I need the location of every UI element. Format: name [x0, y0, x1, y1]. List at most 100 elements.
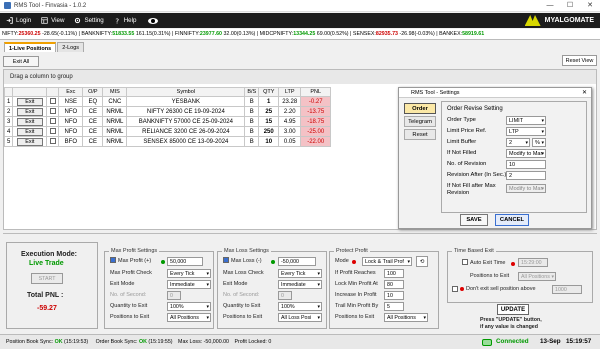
group-drag-area[interactable]: Drag a column to group	[4, 70, 596, 84]
column-header[interactable]	[12, 87, 48, 97]
cell-exchange: BFO	[58, 136, 84, 147]
row-checkbox[interactable]	[49, 98, 56, 105]
table-row[interactable]: 1 Exit NSE EQ CNC YESBANK B 1 23.28 -0.27	[3, 96, 332, 107]
loss-quantity-to-exit-select[interactable]: 100%	[278, 302, 322, 311]
menu-login[interactable]: Login	[6, 17, 31, 24]
limit-buffer-unit-select[interactable]: %	[532, 138, 546, 147]
increase-profit-input[interactable]: 10	[384, 291, 404, 300]
column-header[interactable]: Symbol	[126, 87, 246, 97]
save-button[interactable]: SAVE	[460, 214, 488, 226]
loss-exit-mode-select[interactable]: Immediate	[278, 280, 322, 289]
column-header[interactable]: LTP	[278, 87, 302, 97]
dialog-tab-order[interactable]: Order	[404, 103, 436, 114]
tab-live-positions[interactable]: 1-Live Positions	[4, 42, 57, 52]
table-row[interactable]: 4 Exit NFO CE NRML RELIANCE 3200 CE 26-09-202…	[3, 126, 332, 137]
eye-icon[interactable]	[148, 17, 159, 24]
time-exit-title: Time Based Exit	[452, 248, 496, 254]
no-of-second-input[interactable]: 0	[167, 291, 181, 300]
menu-help[interactable]: ? Help	[114, 17, 136, 24]
row-exit-button[interactable]: Exit	[16, 97, 43, 106]
max-loss-checkbox[interactable]	[223, 257, 229, 263]
dont-exit-checkbox[interactable]	[452, 286, 458, 292]
order-type-select[interactable]: LIMIT	[506, 116, 546, 125]
column-header[interactable]	[46, 87, 60, 97]
help-icon: ?	[115, 17, 119, 24]
row-exit-button[interactable]: Exit	[16, 127, 43, 136]
exit-all-button[interactable]: Exit All	[3, 56, 39, 67]
limit-price-ref-select[interactable]: LTP	[506, 127, 546, 136]
loss-positions-to-exit-select[interactable]: All Loss Posi	[278, 313, 322, 322]
auto-exit-time-input[interactable]: 15:29:00	[518, 258, 548, 267]
profit-reaches-input[interactable]: 100	[384, 269, 404, 278]
cell-side: B	[244, 126, 260, 137]
positions-to-exit-select[interactable]: All Positions	[167, 313, 211, 322]
column-header[interactable]: O/P	[82, 87, 104, 97]
app-icon	[4, 2, 11, 9]
ticker-value: 13344.25	[293, 31, 316, 37]
protect-status-icon	[352, 260, 356, 264]
column-header[interactable]: B/S	[244, 87, 260, 97]
ticker-change: 32.00(0.13%)	[223, 31, 256, 37]
max-profit-checkbox[interactable]	[110, 257, 116, 263]
cell-exchange: NSE	[58, 96, 84, 107]
protect-mode-select[interactable]: Lock & Trail Prof	[362, 257, 412, 266]
auto-exit-checkbox[interactable]	[462, 259, 468, 265]
loss-no-of-second-input[interactable]: 0	[278, 291, 292, 300]
quantity-to-exit-select[interactable]: 100%	[167, 302, 211, 311]
close-button[interactable]: ✕	[580, 0, 600, 12]
max-loss-input[interactable]: -50,000	[278, 257, 316, 266]
update-button[interactable]: UPDATE	[497, 304, 529, 315]
execution-box: Execution Mode: Live Trade START Total P…	[6, 242, 98, 329]
dont-exit-input[interactable]: 1000	[552, 285, 582, 294]
cell-exchange: NFO	[58, 106, 84, 117]
menu-setting[interactable]: Setting	[74, 17, 104, 24]
trail-min-profit-input[interactable]: 5	[384, 302, 404, 311]
time-positions-select[interactable]: All Positions	[518, 272, 556, 281]
dialog-close-icon[interactable]: ✕	[582, 88, 587, 98]
refresh-icon[interactable]: ⟲	[416, 256, 428, 267]
row-checkbox[interactable]	[49, 138, 56, 145]
column-header[interactable]	[3, 87, 14, 97]
cancel-button[interactable]: CANCEL	[495, 214, 529, 226]
protect-positions-select[interactable]: All Positions	[384, 313, 428, 322]
cell-qty: 10	[258, 136, 280, 147]
revision-after-input[interactable]: 2	[506, 171, 546, 180]
max-profit-input[interactable]: 50,000	[167, 257, 203, 266]
cell-symbol: YESBANK	[126, 96, 246, 107]
ticker-item: BANKNIFTY:51833.55 161.15(0.31%) |	[81, 31, 175, 37]
dialog-tab-telegram[interactable]: Telegram	[404, 116, 436, 127]
row-exit-button[interactable]: Exit	[16, 107, 43, 116]
loss-quantity-to-exit-label: Quantity to Exit	[223, 303, 261, 309]
maximize-button[interactable]: ☐	[560, 0, 580, 12]
if-not-filled-select[interactable]: Modify to Mar	[506, 149, 546, 158]
cell-pnl: -0.27	[300, 96, 332, 107]
total-pnl-value: -59.27	[37, 305, 57, 312]
column-header[interactable]: QTY	[258, 87, 280, 97]
row-checkbox[interactable]	[49, 108, 56, 115]
reset-view-button[interactable]: Reset View	[562, 55, 597, 66]
table-row[interactable]: 5 Exit BFO CE NRML SENSEX 85000 CE 13-09-2024…	[3, 136, 332, 147]
limit-buffer-input[interactable]: 2	[506, 138, 530, 147]
max-revision-select[interactable]: Modify to Mar	[506, 184, 546, 193]
table-row[interactable]: 3 Exit NFO CE NRML BANKNIFTY 57000 CE 25-09-2…	[3, 116, 332, 127]
column-header[interactable]: Exc	[58, 87, 84, 97]
table-row[interactable]: 2 Exit NFO CE NRML NIFTY 26300 CE 19-09-2024 B…	[3, 106, 332, 117]
dialog-tab-reset[interactable]: Reset	[404, 129, 436, 140]
connection-icon	[482, 339, 492, 346]
no-of-revision-input[interactable]: 10	[506, 160, 546, 169]
row-exit-button[interactable]: Exit	[16, 117, 43, 126]
pos-sync-status: OK	[54, 339, 63, 345]
start-button[interactable]: START	[31, 273, 63, 284]
tab-logs[interactable]: 2-Logs	[57, 42, 85, 52]
minimize-button[interactable]: —	[540, 0, 560, 12]
menu-view[interactable]: View	[41, 17, 64, 24]
exit-mode-select[interactable]: Immediate	[167, 280, 211, 289]
max-loss-check-select[interactable]: Every Tick	[278, 269, 322, 278]
row-exit-button[interactable]: Exit	[16, 137, 43, 146]
column-header[interactable]: MIS	[102, 87, 128, 97]
column-header[interactable]: PNL	[300, 87, 332, 97]
row-checkbox[interactable]	[49, 128, 56, 135]
lock-min-profit-input[interactable]: 80	[384, 280, 404, 289]
max-profit-check-select[interactable]: Every Tick	[167, 269, 211, 278]
row-checkbox[interactable]	[49, 118, 56, 125]
